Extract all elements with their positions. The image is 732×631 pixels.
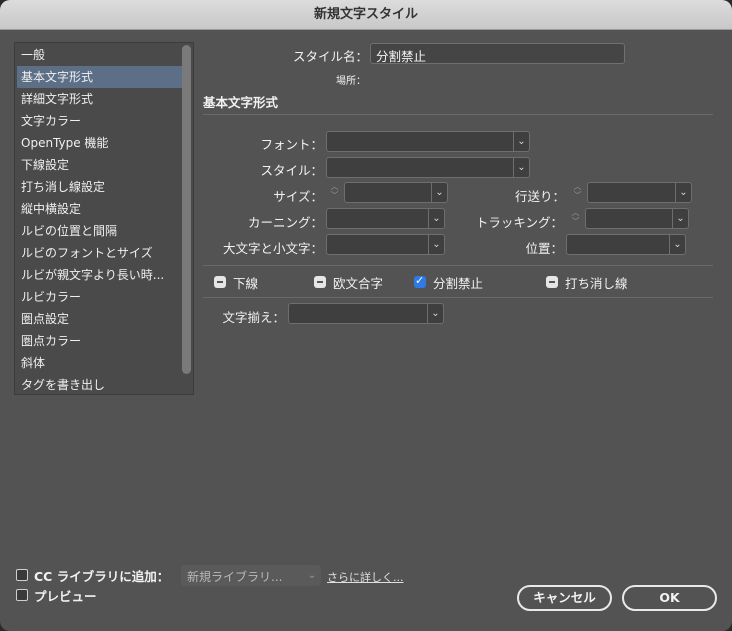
category-item-general[interactable]: 一般 bbox=[17, 44, 182, 66]
chevron-down-icon: ⌄ bbox=[427, 304, 443, 323]
alignment-dropdown[interactable]: ⌄ bbox=[288, 303, 444, 324]
font-style-label: スタイル： bbox=[260, 163, 323, 178]
category-item-kenten-settings[interactable]: 圏点設定 bbox=[17, 308, 182, 330]
category-list[interactable]: 一般 基本文字形式 詳細文字形式 文字カラー OpenType 機能 下線設定 … bbox=[14, 42, 194, 395]
size-dropdown[interactable]: ⌄ bbox=[344, 182, 448, 203]
category-item-advanced-character-formats[interactable]: 詳細文字形式 bbox=[17, 88, 182, 110]
tracking-label: トラッキング： bbox=[475, 215, 563, 230]
category-item-strikethrough-options[interactable]: 打ち消し線設定 bbox=[17, 176, 182, 198]
category-item-opentype-features[interactable]: OpenType 機能 bbox=[17, 132, 182, 154]
leading-label: 行送り： bbox=[514, 189, 565, 204]
case-label: 大文字と小文字： bbox=[222, 241, 323, 256]
category-item-ruby-font-size[interactable]: ルビのフォントとサイズ bbox=[17, 242, 182, 264]
cc-library-label: CC ライブラリに追加： bbox=[34, 569, 170, 584]
font-style-dropdown[interactable]: ⌄ bbox=[326, 157, 530, 178]
position-dropdown[interactable]: ⌄ bbox=[566, 234, 686, 255]
dialog-window: 新規文字スタイル 一般 基本文字形式 詳細文字形式 文字カラー OpenType… bbox=[0, 0, 732, 631]
section-divider bbox=[203, 114, 713, 115]
chevron-down-icon: ⌄ bbox=[431, 183, 447, 202]
kerning-label: カーニング： bbox=[247, 215, 323, 230]
library-dropdown-value: 新規ライブラリ... bbox=[187, 570, 283, 584]
underline-checkbox[interactable] bbox=[214, 276, 226, 288]
category-item-basic-character-formats[interactable]: 基本文字形式 bbox=[17, 66, 182, 88]
library-dropdown[interactable]: 新規ライブラリ... ⌄ bbox=[181, 565, 321, 586]
style-name-input[interactable]: 分割禁止 bbox=[370, 43, 625, 64]
no-break-checkbox[interactable] bbox=[414, 274, 426, 288]
style-name-value: 分割禁止 bbox=[376, 49, 427, 64]
chevron-down-icon: ⌄ bbox=[513, 158, 529, 177]
size-label: サイズ： bbox=[273, 189, 323, 204]
tracking-dropdown[interactable]: ⌄ bbox=[585, 208, 689, 229]
chevron-down-icon: ⌄ bbox=[675, 183, 691, 202]
position-label: 位置： bbox=[525, 241, 563, 256]
category-item-ruby-overhang[interactable]: ルビが親文字より長い時... bbox=[17, 264, 182, 286]
category-item-ruby-position[interactable]: ルビの位置と間隔 bbox=[17, 220, 182, 242]
tracking-stepper-icon[interactable]: ︿ ﹀ bbox=[568, 208, 583, 229]
divider bbox=[203, 265, 713, 266]
ligatures-checkbox[interactable] bbox=[314, 276, 326, 288]
category-item-character-color[interactable]: 文字カラー bbox=[17, 110, 182, 132]
category-item-underline-options[interactable]: 下線設定 bbox=[17, 154, 182, 176]
chevron-down-icon: ⌄ bbox=[669, 235, 685, 254]
ligatures-checkbox-label: 欧文合字 bbox=[333, 276, 384, 291]
style-name-label: スタイル名： bbox=[292, 49, 368, 64]
location-label: 場所： bbox=[336, 76, 366, 87]
cc-library-checkbox[interactable] bbox=[16, 569, 28, 581]
size-stepper-icon[interactable]: ︿ ﹀ bbox=[327, 182, 342, 203]
chevron-down-icon: ⌄ bbox=[428, 235, 444, 254]
strikethrough-checkbox[interactable] bbox=[546, 276, 558, 288]
cancel-button[interactable]: キャンセル bbox=[517, 585, 612, 611]
chevron-down-icon: ⌄ bbox=[672, 209, 688, 228]
kerning-dropdown[interactable]: ⌄ bbox=[326, 208, 445, 229]
chevron-down-icon: ⌄ bbox=[428, 209, 444, 228]
font-label: フォント： bbox=[260, 137, 323, 152]
chevron-down-icon: ⌄ bbox=[307, 570, 317, 581]
no-break-checkbox-label: 分割禁止 bbox=[433, 276, 484, 291]
ok-button[interactable]: OK bbox=[622, 585, 717, 611]
window-title: 新規文字スタイル bbox=[0, 0, 732, 30]
leading-stepper-icon[interactable]: ︿ ﹀ bbox=[570, 182, 585, 203]
category-item-italic[interactable]: 斜体 bbox=[17, 352, 182, 374]
strikethrough-checkbox-label: 打ち消し線 bbox=[565, 276, 628, 291]
preview-label: プレビュー bbox=[34, 589, 97, 604]
alignment-label: 文字揃え： bbox=[222, 310, 285, 325]
category-scrollbar[interactable] bbox=[182, 45, 191, 374]
category-item-tate-chu-yoko[interactable]: 縦中横設定 bbox=[17, 198, 182, 220]
divider bbox=[203, 297, 713, 298]
case-dropdown[interactable]: ⌄ bbox=[326, 234, 445, 255]
learn-more-link[interactable]: さらに詳しく... bbox=[327, 569, 404, 585]
font-dropdown[interactable]: ⌄ bbox=[326, 131, 530, 152]
leading-dropdown[interactable]: ⌄ bbox=[587, 182, 692, 203]
chevron-down-icon: ⌄ bbox=[513, 132, 529, 151]
category-item-export-tagging[interactable]: タグを書き出し bbox=[17, 374, 182, 394]
preview-checkbox[interactable] bbox=[16, 589, 28, 601]
section-title: 基本文字形式 bbox=[203, 95, 279, 110]
underline-checkbox-label: 下線 bbox=[233, 276, 259, 291]
category-item-kenten-color[interactable]: 圏点カラー bbox=[17, 330, 182, 352]
category-item-ruby-color[interactable]: ルビカラー bbox=[17, 286, 182, 308]
